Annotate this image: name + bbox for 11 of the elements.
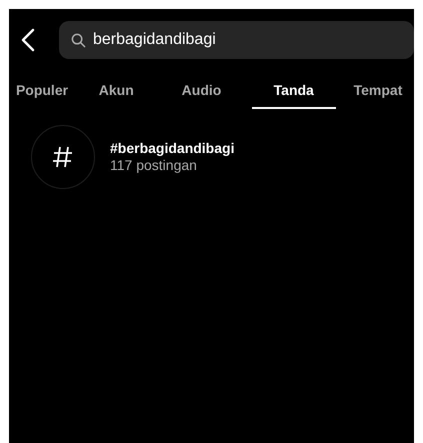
tab[interactable]: Audio <box>158 73 246 109</box>
tab[interactable]: Akun <box>81 73 152 109</box>
hashtag-icon <box>31 125 95 189</box>
back-icon <box>21 28 35 52</box>
tab[interactable]: Tanda <box>252 73 336 109</box>
tab[interactable]: Tempat <box>342 73 414 109</box>
search-field[interactable]: berbagidandibagi <box>59 21 414 59</box>
tab[interactable]: Populer <box>9 73 75 109</box>
hashtag-title[interactable]: #berbagidandibagi <box>110 140 234 157</box>
post-count: 117 postingan <box>110 157 198 174</box>
search-icon <box>71 33 86 48</box>
